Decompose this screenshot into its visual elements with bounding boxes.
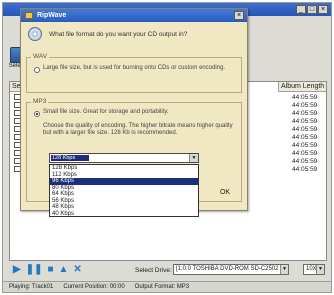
quality-select-value: 128 Kbps <box>51 155 89 161</box>
format-question: What file format do you want your CD out… <box>49 31 188 38</box>
mp3-option-text[interactable]: Small file size. Great for storage and p… <box>43 109 233 116</box>
album-length-cell: 44:05:59 <box>292 166 318 173</box>
pause-icon[interactable]: ❚❚ <box>26 265 43 275</box>
drive-select-value: [1:0:0 TOSHIBA DVD-ROM SD-C2502 <box>176 266 279 272</box>
chevron-down-icon[interactable]: ▼ <box>316 265 324 274</box>
chevron-down-icon[interactable]: ▼ <box>189 154 198 162</box>
album-length-column: 44:05:59 44:05:59 44:05:59 44:05:59 44:05:59… <box>292 94 317 174</box>
column-header-album-length[interactable]: Album Length <box>278 82 326 92</box>
wav-option-text[interactable]: Large file size, but is used for burning… <box>43 65 233 72</box>
drive-select[interactable]: [1:0:0 TOSHIBA DVD-ROM SD-C2502 ▼ <box>173 264 289 275</box>
album-length-cell: 44:05:59 <box>292 102 318 109</box>
album-length-cell: 44:05:59 <box>292 94 318 101</box>
wav-group: WAV Large file size, but is used for bur… <box>26 53 242 93</box>
album-length-cell: 44:05:59 <box>292 158 318 165</box>
chevron-down-icon[interactable]: ▼ <box>280 265 288 274</box>
quality-select[interactable]: 128 Kbps ▼ <box>49 153 199 163</box>
status-bar: Playing: Track01 Current Position: 00:00… <box>3 281 331 292</box>
format-dialog: RipWave × What file format do you want y… <box>20 8 248 217</box>
maximize-button[interactable]: □ <box>307 5 317 14</box>
window-controls: _ □ × <box>296 5 328 14</box>
album-length-cell: 44:05:59 <box>292 142 318 149</box>
album-length-cell: 44:05:59 <box>292 134 318 141</box>
stop-icon[interactable]: ■ <box>47 265 53 275</box>
album-length-cell: 44:05:59 <box>292 118 318 125</box>
minimize-button[interactable]: _ <box>296 5 306 14</box>
cd-icon <box>28 27 42 41</box>
close-window-button[interactable]: × <box>318 5 328 14</box>
album-length-cell: 44:05:59 <box>292 126 318 133</box>
album-length-cell: 44:05:59 <box>292 110 318 117</box>
play-icon[interactable]: ▶ <box>13 265 21 275</box>
quality-dropdown-list: 128 Kbps 112 Kbps 96 Kbps 80 Kbps 64 Kbps 56 … <box>49 164 199 217</box>
status-playing: Playing: Track01 <box>9 284 54 290</box>
mp3-group-label: MP3 <box>31 98 49 105</box>
ok-button[interactable]: OK <box>213 187 237 198</box>
eject-icon[interactable]: ▲ <box>59 265 69 275</box>
status-output-format: Output Format: MP3 <box>134 284 190 290</box>
select-drive-label: Select Drive: <box>135 267 172 274</box>
app-icon <box>25 12 33 19</box>
speed-select[interactable]: 10X ▼ <box>303 264 325 275</box>
dialog-titlebar: RipWave × <box>21 9 247 22</box>
album-length-cell: 44:05:59 <box>292 150 318 157</box>
mp3-radio[interactable] <box>34 111 40 117</box>
wav-group-label: WAV <box>31 53 50 60</box>
dialog-title: RipWave <box>37 12 67 19</box>
wav-radio[interactable] <box>34 67 40 73</box>
shuffle-icon[interactable]: ✕ <box>73 265 81 275</box>
dialog-close-button[interactable]: × <box>234 11 244 20</box>
mp3-quality-description: Choose the quality of encoding. The high… <box>43 123 233 136</box>
playback-controls: ▶ ❚❚ ■ ▲ ✕ <box>13 265 82 275</box>
quality-option[interactable]: 40 Kbps <box>50 211 198 217</box>
status-position: Current Position: 00:00 <box>63 284 125 290</box>
